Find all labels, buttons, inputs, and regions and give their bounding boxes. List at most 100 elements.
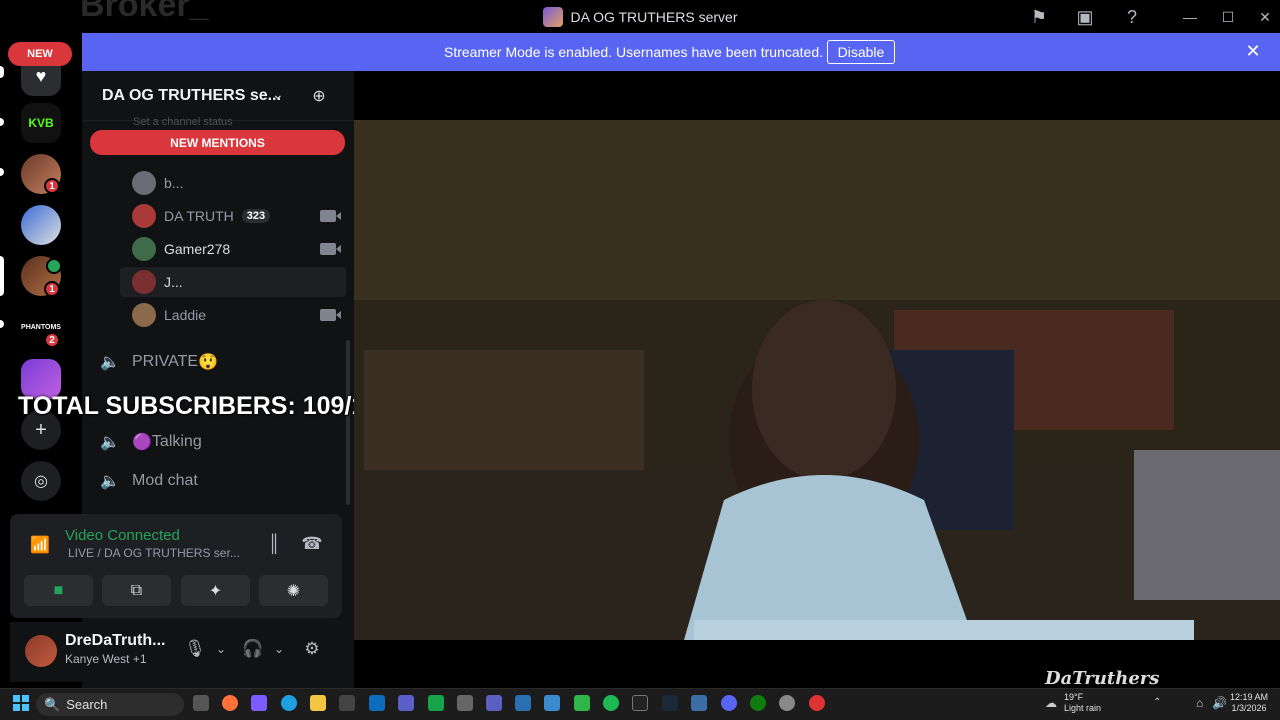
new-mentions-button[interactable]: NEW MENTIONS xyxy=(90,130,345,155)
chevron-down-icon[interactable]: ⌄ xyxy=(210,638,232,660)
activities-button[interactable]: ✦ xyxy=(181,575,250,606)
app-icon[interactable] xyxy=(691,695,707,711)
mention-badge: 2 xyxy=(44,332,60,348)
inbox-icon[interactable]: ▣ xyxy=(1074,6,1096,28)
window-title-text: DA OG TRUTHERS server xyxy=(570,8,738,25)
channel-emoji: 😲 xyxy=(198,354,219,371)
close-icon[interactable]: ✕ xyxy=(1244,41,1262,61)
user-name[interactable]: DreDaTruth... xyxy=(65,632,165,650)
subscriber-overlay: TOTAL SUBSCRIBERS: 109/100 xyxy=(18,392,394,420)
volume-icon[interactable]: 🔊 xyxy=(1212,696,1227,710)
network-icon[interactable]: ⌂ xyxy=(1196,696,1203,710)
channel-status[interactable]: Set a channel status xyxy=(133,116,233,128)
weather-icon[interactable]: ☁ xyxy=(1045,696,1061,710)
channel-talking[interactable]: 🔈 🟣 Talking xyxy=(100,425,345,459)
discover-icon[interactable]: ◎ xyxy=(21,461,61,501)
voice-user-name: Laddie xyxy=(164,307,207,323)
channel-mod-chat[interactable]: 🔈 Mod chat xyxy=(100,464,345,498)
discord-icon[interactable] xyxy=(721,695,737,711)
weather-widget[interactable]: 19°F Light rain xyxy=(1064,692,1101,714)
soundboard-button[interactable]: ✺ xyxy=(259,575,328,606)
spotify-icon[interactable] xyxy=(603,695,619,711)
firefox-icon[interactable] xyxy=(222,695,238,711)
voice-user[interactable]: Laddie xyxy=(120,300,346,330)
noise-suppression-icon[interactable]: ║ xyxy=(263,533,285,555)
voice-status[interactable]: Video Connected xyxy=(65,527,180,544)
microphone-icon[interactable]: 🎙 xyxy=(184,638,206,660)
avatar xyxy=(132,303,156,327)
disable-streamer-mode-button[interactable]: Disable xyxy=(827,40,895,64)
minimize-button[interactable]: — xyxy=(1180,8,1200,26)
app-icon[interactable] xyxy=(809,695,825,711)
speaker-icon: 🔈 xyxy=(100,434,120,451)
avatar[interactable] xyxy=(25,635,57,667)
app-icon[interactable] xyxy=(428,695,444,711)
user-panel xyxy=(10,622,342,682)
voice-user[interactable]: Gamer278 xyxy=(120,234,346,264)
copilot-icon[interactable] xyxy=(251,695,267,711)
guild-avatar-2[interactable] xyxy=(21,205,61,245)
camera-icon xyxy=(320,210,336,222)
channel-emoji: 🟣 xyxy=(132,434,152,451)
chevron-up-icon[interactable]: ⌃ xyxy=(1153,697,1161,708)
speaker-icon: 🔈 xyxy=(100,354,120,371)
clock-date: 1/3/2026 xyxy=(1231,703,1267,713)
store-icon[interactable] xyxy=(339,695,355,711)
screen-share-button[interactable]: ⧉ xyxy=(102,575,171,606)
voice-user-name: b... xyxy=(164,175,184,191)
clock-time: 12:19 AM xyxy=(1230,692,1269,702)
outlook-icon[interactable] xyxy=(369,695,385,711)
gear-icon[interactable]: ⚙ xyxy=(301,638,323,660)
settings-icon[interactable] xyxy=(779,695,795,711)
watermark: DaTruthers xyxy=(1045,668,1160,689)
app-icon[interactable] xyxy=(486,695,502,711)
task-view-icon[interactable] xyxy=(193,695,209,711)
chevron-down-icon[interactable]: ⌄ xyxy=(272,86,284,103)
voice-channel[interactable]: LIVE / DA OG TRUTHERS ser... xyxy=(68,546,240,560)
app-icon[interactable] xyxy=(457,695,473,711)
headphones-icon[interactable]: 🎧 xyxy=(242,638,264,660)
voice-user-name: Gamer278 xyxy=(164,241,231,257)
channel-name: PRIVATE xyxy=(132,353,199,370)
app-icon[interactable] xyxy=(574,695,590,711)
camera-button[interactable]: ■ xyxy=(24,575,93,606)
avatar xyxy=(132,204,156,228)
taskbar-search[interactable]: 🔍 Search xyxy=(36,693,184,716)
guild-kvb[interactable]: KVB xyxy=(21,103,61,143)
epic-games-icon[interactable] xyxy=(632,695,648,711)
channel-name: Mod chat xyxy=(132,472,198,489)
disconnect-icon[interactable]: ☎ xyxy=(301,533,323,555)
signal-icon[interactable]: 📶 xyxy=(30,535,50,555)
photos-icon[interactable] xyxy=(544,695,560,711)
close-window-button[interactable]: ✕ xyxy=(1255,8,1275,26)
voice-user[interactable]: DA TRUTH 323 xyxy=(120,201,346,231)
video-live-icon xyxy=(46,258,62,274)
help-icon[interactable]: ? xyxy=(1121,6,1143,28)
edge-icon[interactable] xyxy=(281,695,297,711)
steam-icon[interactable] xyxy=(662,695,678,711)
channel-private[interactable]: 🔈 PRIVATE 😲 xyxy=(100,345,345,379)
server-name[interactable]: DA OG TRUTHERS se... xyxy=(102,87,281,105)
chevron-down-icon[interactable]: ⌄ xyxy=(268,638,290,660)
speaker-icon: 🔈 xyxy=(100,473,120,490)
search-label: Search xyxy=(66,697,108,712)
file-explorer-icon[interactable] xyxy=(310,695,326,711)
camera-icon xyxy=(320,309,336,321)
maximize-button[interactable]: ☐ xyxy=(1218,8,1238,26)
voice-user[interactable]: b... xyxy=(120,168,346,198)
channel-name: Talking xyxy=(151,433,202,450)
flag-icon[interactable]: ⚑ xyxy=(1028,6,1050,28)
voice-user[interactable]: J... xyxy=(120,267,346,297)
mention-badge: 1 xyxy=(44,178,60,194)
add-member-icon[interactable]: ⊕ xyxy=(308,85,330,107)
app-icon[interactable] xyxy=(515,695,531,711)
sidebar-scrollbar[interactable] xyxy=(346,340,350,505)
avatar xyxy=(132,270,156,294)
mention-badge: 1 xyxy=(44,281,60,297)
xbox-icon[interactable] xyxy=(750,695,766,711)
windows-start-icon[interactable] xyxy=(13,695,29,711)
teams-icon[interactable] xyxy=(398,695,414,711)
search-icon: 🔍 xyxy=(44,696,61,712)
clock[interactable]: 12:19 AM 1/3/2026 xyxy=(1230,692,1268,714)
stream-video[interactable] xyxy=(354,120,1280,640)
